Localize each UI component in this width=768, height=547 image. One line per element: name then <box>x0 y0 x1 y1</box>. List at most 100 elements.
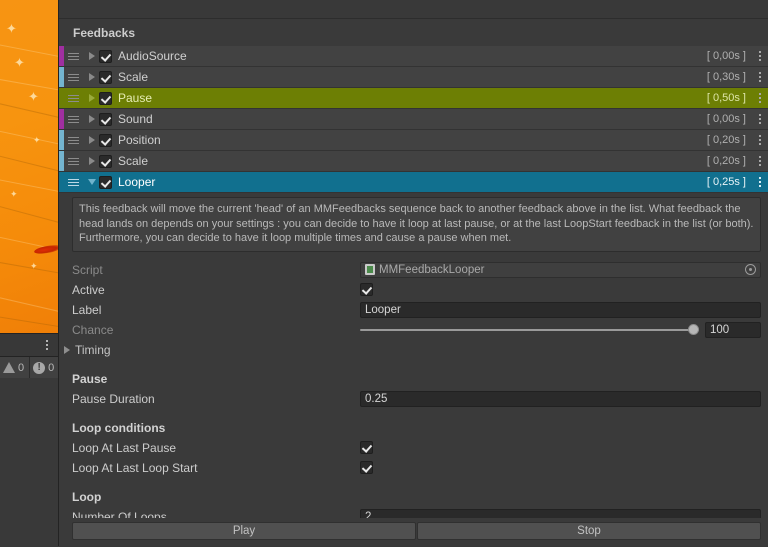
feedback-timing: [ 0,00s ] <box>706 113 746 125</box>
feedback-name: Pause <box>118 91 153 105</box>
drag-handle-icon[interactable] <box>64 73 84 81</box>
feedback-timing: [ 0,20s ] <box>706 134 746 146</box>
loop-section-header: Loop <box>72 490 102 504</box>
feedback-row[interactable]: Position [ 0,20s ] <box>59 130 768 151</box>
timing-foldout[interactable]: Timing <box>64 340 761 360</box>
feedback-name: AudioSource <box>118 49 187 63</box>
pause-duration-label: Pause Duration <box>72 391 155 406</box>
feedback-kebab-menu-icon[interactable] <box>752 93 768 103</box>
drag-handle-icon[interactable] <box>64 157 84 165</box>
property-row-active: Active <box>72 280 761 300</box>
feedback-row[interactable]: Looper [ 0,25s ] <box>59 172 768 193</box>
warning-count: 0 <box>18 361 25 374</box>
property-row-chance: Chance 100 <box>72 320 761 340</box>
scene-view-column: ✦ ✦ ✦ ✦ ✦ ✦ 0 ! 0 <box>0 0 61 546</box>
help-text: This feedback will move the current 'hea… <box>72 197 761 252</box>
feedback-timing: [ 0,20s ] <box>706 155 746 167</box>
feedback-enabled-checkbox[interactable] <box>99 154 112 168</box>
script-object-field[interactable]: MMFeedbackLooper <box>360 261 761 278</box>
feedback-row[interactable]: AudioSource [ 0,00s ] <box>59 46 768 67</box>
feedback-name: Position <box>118 133 161 147</box>
loop-at-last-pause-label: Loop At Last Pause <box>72 440 177 455</box>
label-input[interactable]: Looper <box>360 301 761 318</box>
property-row-script: Script MMFeedbackLooper <box>72 260 761 280</box>
feedback-name: Scale <box>118 70 149 84</box>
loop-at-last-pause-checkbox[interactable] <box>360 441 373 454</box>
chance-value-input[interactable]: 100 <box>705 321 761 338</box>
script-file-icon <box>365 264 375 275</box>
timing-label: Timing <box>75 342 111 357</box>
feedback-name: Looper <box>118 175 156 189</box>
feedback-enabled-checkbox[interactable] <box>99 133 112 147</box>
chance-slider-track <box>360 328 699 331</box>
script-value: MMFeedbackLooper <box>379 263 485 276</box>
chance-slider-knob[interactable] <box>688 324 699 335</box>
chevron-down-icon[interactable] <box>84 179 99 185</box>
feedback-row[interactable]: Pause [ 0,50s ] <box>59 88 768 109</box>
drag-handle-icon[interactable] <box>64 178 84 186</box>
chevron-right-icon[interactable] <box>84 136 99 144</box>
script-label: Script <box>72 262 103 277</box>
chevron-right-icon[interactable] <box>84 73 99 81</box>
feedback-row[interactable]: Sound [ 0,00s ] <box>59 109 768 130</box>
editor-window: ✦ ✦ ✦ ✦ ✦ ✦ 0 ! 0 Feedbacks AudioSource [… <box>0 0 768 546</box>
loop-conditions-section-header: Loop conditions <box>72 421 166 435</box>
chevron-right-icon[interactable] <box>84 115 99 123</box>
chevron-right-icon[interactable] <box>64 345 70 354</box>
chance-label: Chance <box>72 322 114 337</box>
feedback-row[interactable]: Scale [ 0,30s ] <box>59 67 768 88</box>
loop-at-last-loop-start-label: Loop At Last Loop Start <box>72 460 198 475</box>
drag-handle-icon[interactable] <box>64 136 84 144</box>
feedback-kebab-menu-icon[interactable] <box>752 114 768 124</box>
feedback-kebab-menu-icon[interactable] <box>752 156 768 166</box>
scene-view[interactable]: ✦ ✦ ✦ ✦ ✦ ✦ <box>0 0 58 333</box>
inspector-top-spacer <box>59 0 768 19</box>
feedback-kebab-menu-icon[interactable] <box>752 135 768 145</box>
property-row-loop-at-last-pause: Loop At Last Pause <box>72 438 761 458</box>
stop-button[interactable]: Stop <box>417 522 761 540</box>
error-counter[interactable]: ! 0 <box>30 357 61 378</box>
feedback-enabled-checkbox[interactable] <box>99 91 112 105</box>
warning-triangle-icon <box>3 362 15 373</box>
object-picker-icon[interactable] <box>745 264 756 275</box>
active-checkbox[interactable] <box>360 283 373 296</box>
footer-buttons: Play Stop <box>59 518 768 546</box>
feedback-kebab-menu-icon[interactable] <box>752 72 768 82</box>
feedback-timing: [ 0,50s ] <box>706 92 746 104</box>
feedback-enabled-checkbox[interactable] <box>99 175 112 189</box>
inspector-panel: Feedbacks AudioSource [ 0,00s ] Scale [ 0,3… <box>58 0 768 546</box>
feedback-name: Scale <box>118 154 149 168</box>
feedback-row[interactable]: Scale [ 0,20s ] <box>59 151 768 172</box>
feedback-timing: [ 0,25s ] <box>706 176 746 188</box>
chance-slider[interactable] <box>360 323 699 337</box>
feedback-enabled-checkbox[interactable] <box>99 70 112 84</box>
feedback-kebab-menu-icon[interactable] <box>752 177 768 187</box>
label-label: Label <box>72 302 102 317</box>
error-count: 0 <box>48 361 55 374</box>
chevron-right-icon[interactable] <box>84 157 99 165</box>
drag-handle-icon[interactable] <box>64 94 84 102</box>
chevron-right-icon[interactable] <box>84 94 99 102</box>
help-box-wrapper: This feedback will move the current 'hea… <box>59 193 768 257</box>
kebab-menu-icon[interactable] <box>42 340 52 350</box>
feedback-enabled-checkbox[interactable] <box>99 49 112 63</box>
pause-section-header: Pause <box>72 372 108 386</box>
play-button[interactable]: Play <box>72 522 416 540</box>
property-row-pause-duration: Pause Duration 0.25 <box>72 389 761 409</box>
loop-at-last-loop-start-checkbox[interactable] <box>360 461 373 474</box>
drag-handle-icon[interactable] <box>64 115 84 123</box>
error-circle-icon: ! <box>33 361 46 374</box>
scene-toolbar <box>0 333 58 356</box>
pause-duration-input[interactable]: 0.25 <box>360 390 761 407</box>
feedback-enabled-checkbox[interactable] <box>99 112 112 126</box>
property-row-loop-at-last-loop-start: Loop At Last Loop Start <box>72 458 761 478</box>
properties-area: Script MMFeedbackLooper Active Label Loo… <box>59 257 768 545</box>
feedback-timing: [ 0,00s ] <box>706 50 746 62</box>
drag-handle-icon[interactable] <box>64 52 84 60</box>
page-title: Feedbacks <box>59 19 768 46</box>
warning-counter[interactable]: 0 <box>0 357 31 378</box>
feedback-kebab-menu-icon[interactable] <box>752 51 768 61</box>
feedback-name: Sound <box>118 112 153 126</box>
chevron-right-icon[interactable] <box>84 52 99 60</box>
feedbacks-list: AudioSource [ 0,00s ] Scale [ 0,30s ] Pause [… <box>59 46 768 193</box>
